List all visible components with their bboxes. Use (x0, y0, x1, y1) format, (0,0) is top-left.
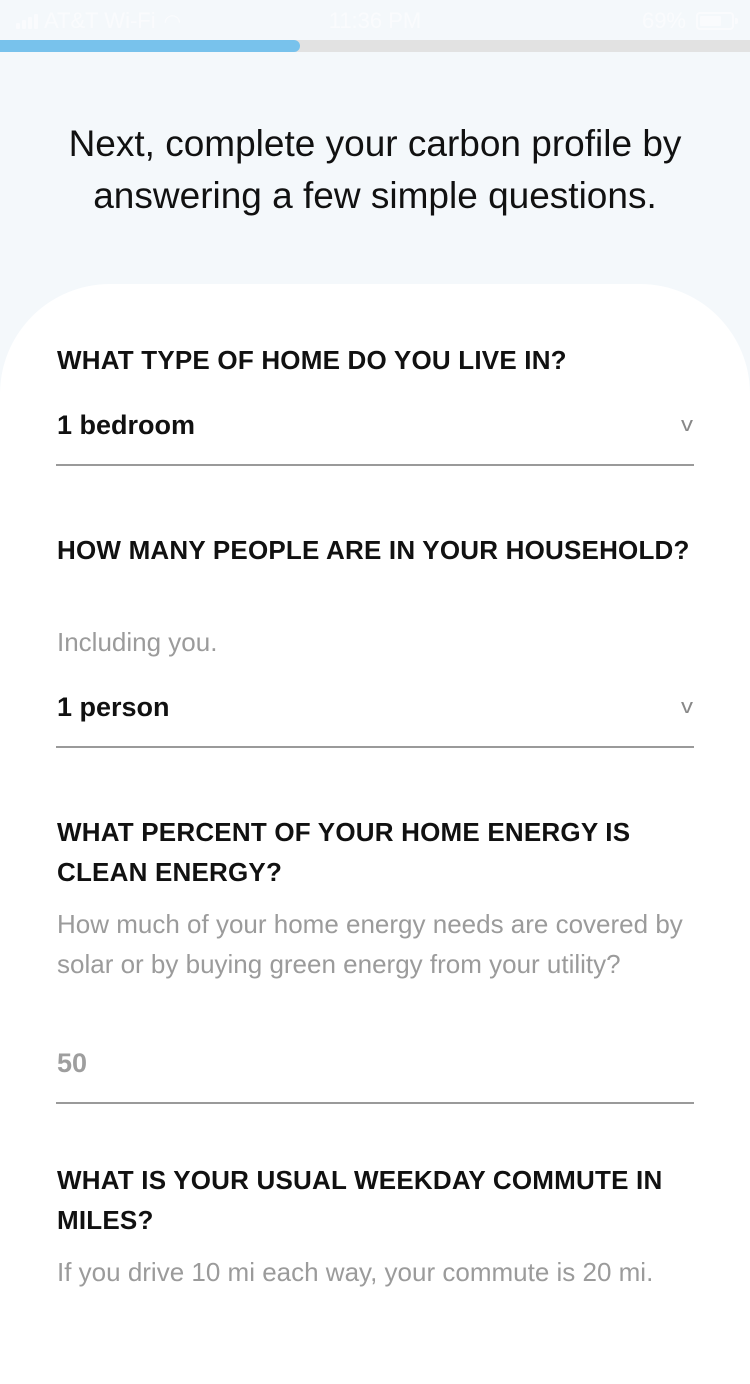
question-home-type: WHAT TYPE OF HOME DO YOU LIVE IN? (57, 345, 567, 375)
question-clean-energy: WHAT PERCENT OF YOUR HOME ENERGY IS CLEA… (57, 817, 631, 887)
clean-energy-helper: How much of your home energy needs are c… (57, 909, 683, 979)
battery-percent: 69% (641, 8, 686, 33)
question-commute: WHAT IS YOUR USUAL WEEKDAY COMMUTE IN MI… (57, 1165, 663, 1235)
chevron-down-icon: v (681, 696, 693, 718)
household-size-value: 1 person (57, 692, 170, 722)
home-type-select[interactable]: 1 bedroom v (56, 400, 694, 466)
progress-fill (0, 40, 300, 52)
status-bar: AT&T Wi-Fi ◠ 11:36 PM 69% (0, 0, 750, 40)
chevron-down-icon: v (681, 414, 693, 436)
household-size-helper: Including you. (57, 627, 218, 657)
intro-heading: Next, complete your carbon profile by an… (68, 123, 682, 216)
clean-energy-placeholder: 50 (57, 1048, 88, 1078)
question-household-size: HOW MANY PEOPLE ARE IN YOUR HOUSEHOLD? (57, 535, 690, 565)
household-size-select[interactable]: 1 person v (56, 682, 694, 748)
battery-icon (696, 12, 738, 30)
progress-bar (0, 40, 750, 52)
commute-helper: If you drive 10 mi each way, your commut… (57, 1257, 654, 1287)
status-time: 11:36 PM (328, 8, 422, 33)
clean-energy-input[interactable]: 50 (56, 1038, 694, 1104)
home-type-value: 1 bedroom (57, 410, 196, 440)
status-right: 69% (641, 8, 738, 34)
